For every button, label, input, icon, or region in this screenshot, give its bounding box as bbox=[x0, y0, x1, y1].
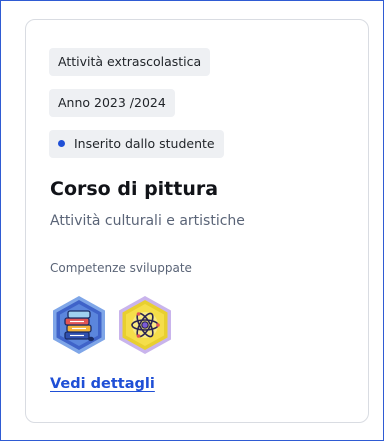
status-dot-icon bbox=[58, 140, 65, 147]
science-badge[interactable] bbox=[116, 295, 174, 355]
school-year-tag: Anno 2023 /2024 bbox=[49, 89, 175, 117]
activity-category: Attività culturali e artistiche bbox=[50, 213, 245, 229]
atom-icon bbox=[119, 296, 171, 354]
page-frame: Attività extrascolastica Anno 2023 /2024… bbox=[0, 0, 384, 441]
source-tag: Inserito dallo studente bbox=[49, 130, 224, 158]
activity-title: Corso di pittura bbox=[50, 178, 219, 200]
skills-badges bbox=[50, 295, 190, 355]
view-details-link[interactable]: Vedi dettagli bbox=[50, 376, 155, 392]
activity-type-tag: Attività extrascolastica bbox=[49, 48, 211, 76]
source-tag-label: Inserito dallo studente bbox=[74, 136, 215, 151]
books-badge[interactable] bbox=[50, 295, 108, 355]
books-icon bbox=[53, 296, 105, 354]
skills-label: Competenze sviluppate bbox=[50, 261, 192, 275]
activity-card: Attività extrascolastica Anno 2023 /2024… bbox=[25, 19, 369, 423]
